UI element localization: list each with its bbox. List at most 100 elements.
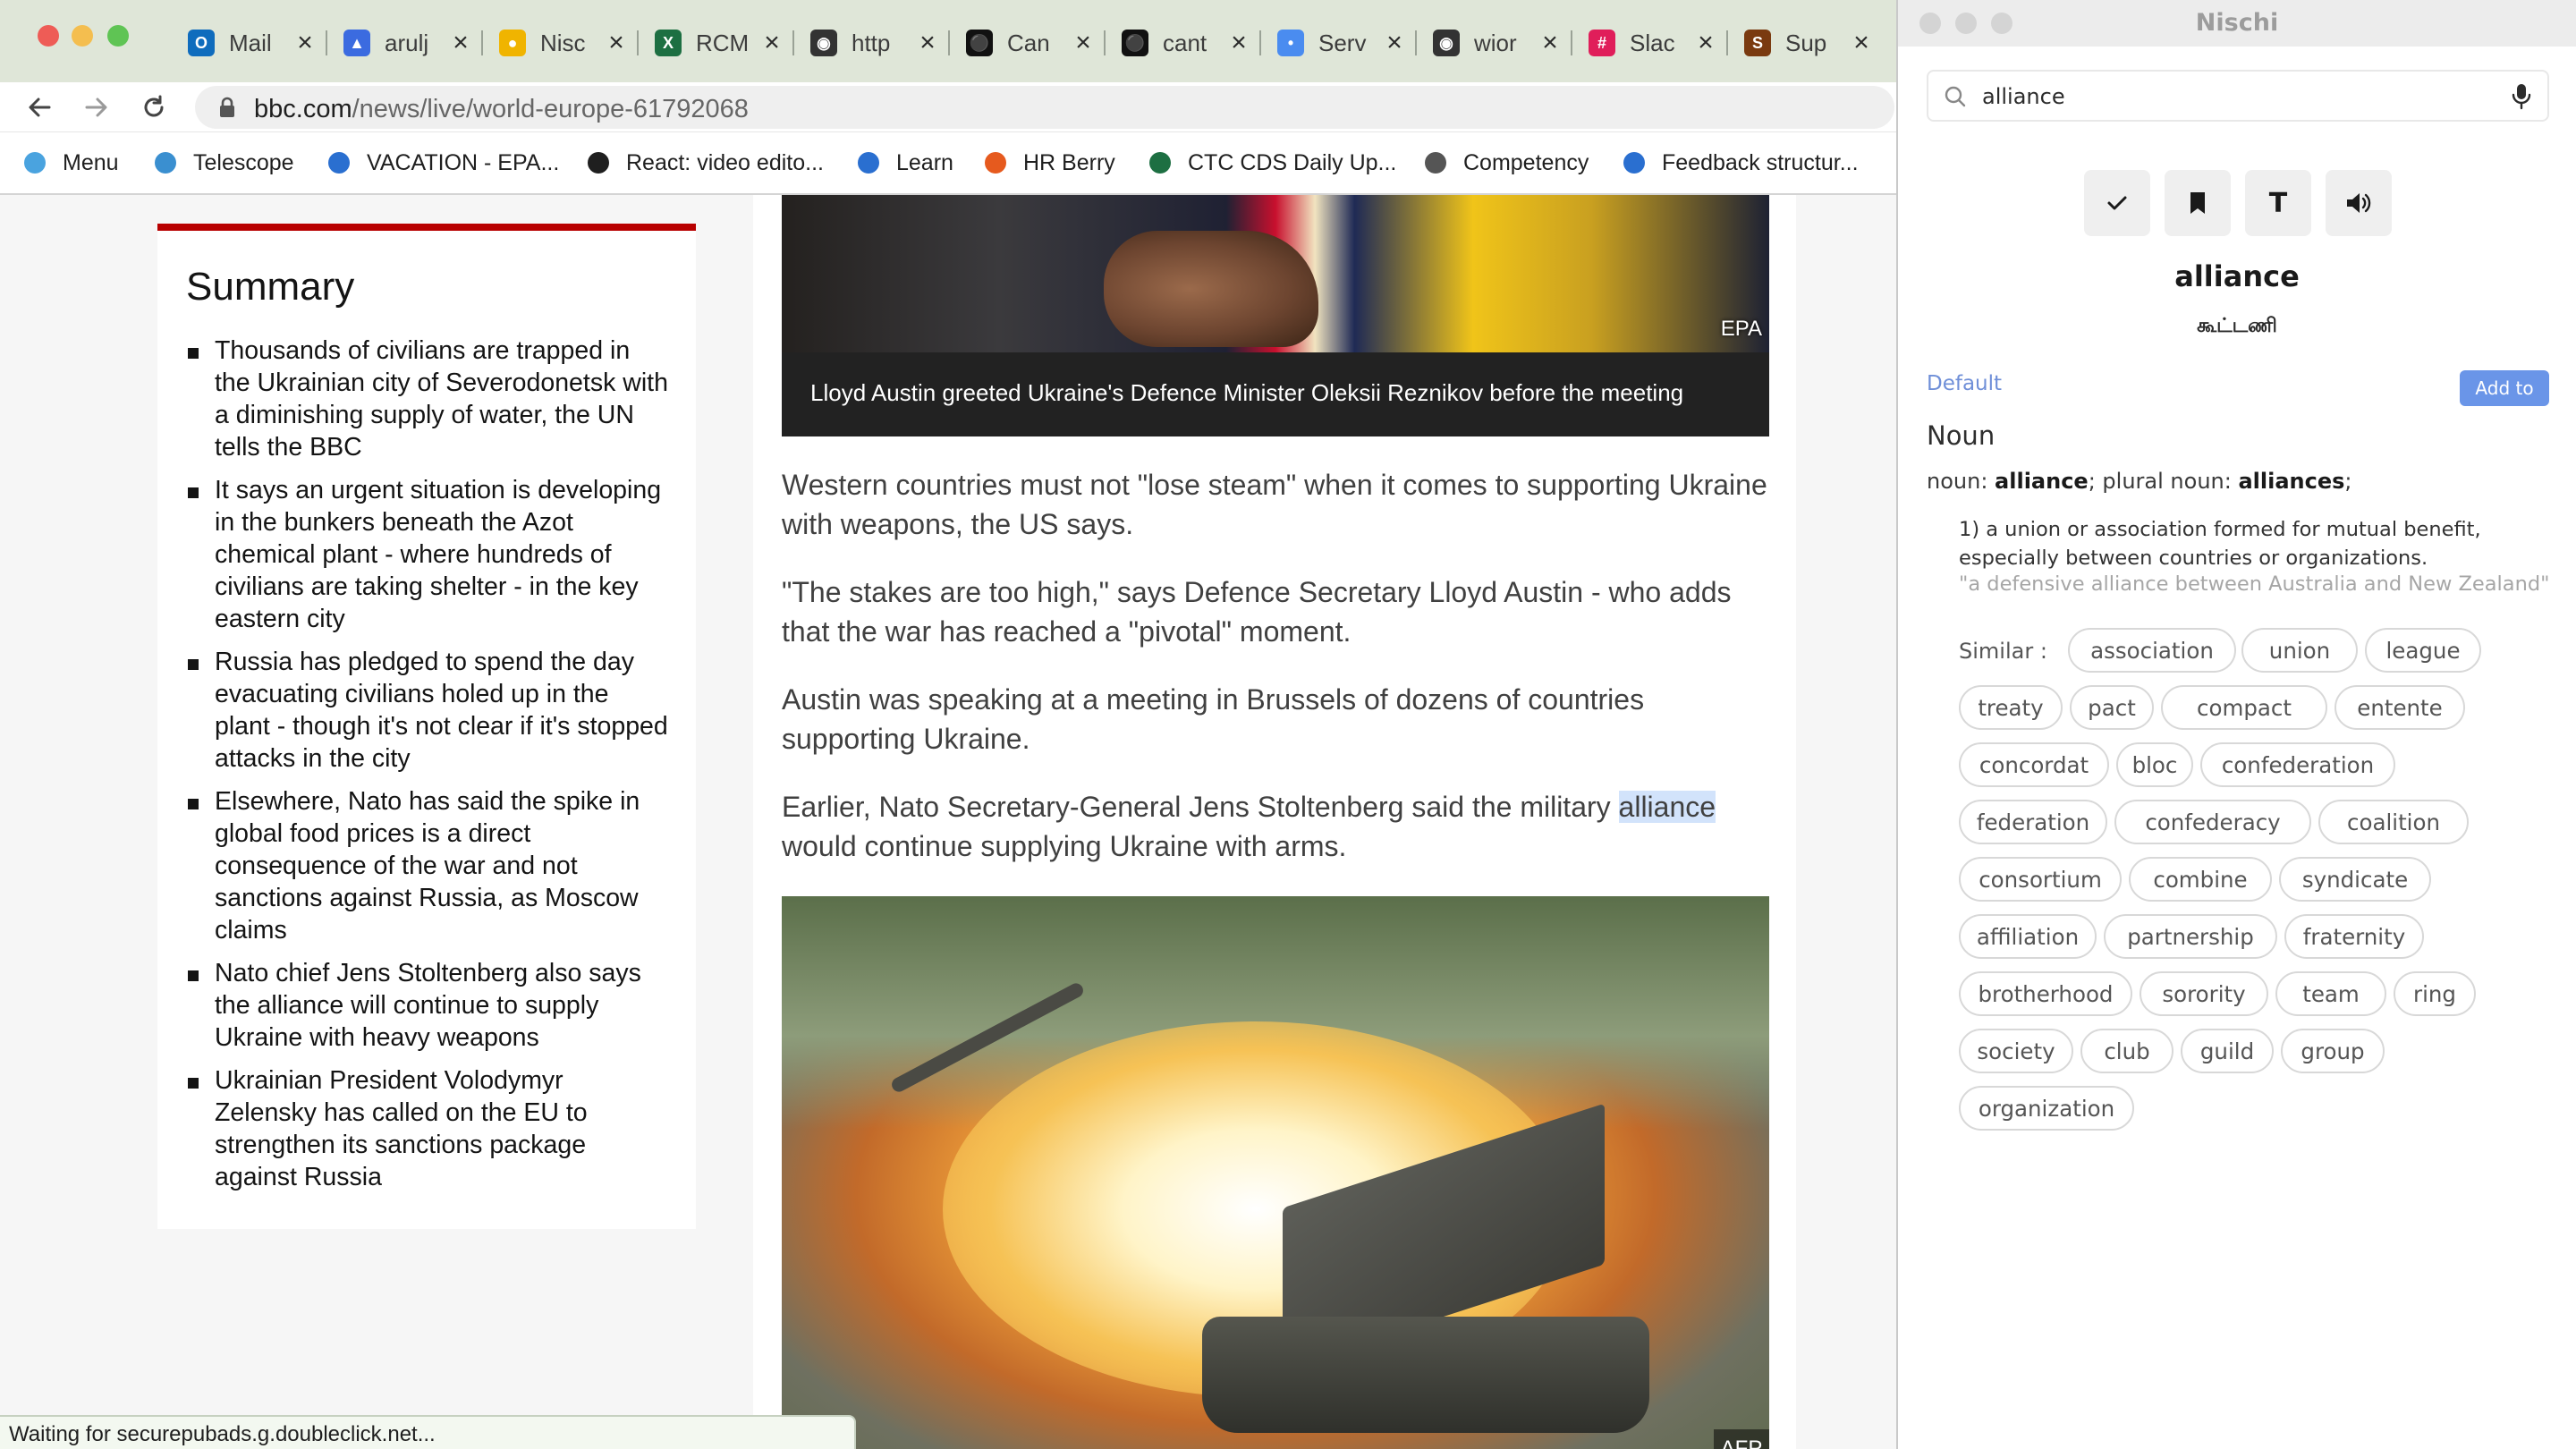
- similar-word-chip[interactable]: league: [2365, 628, 2481, 673]
- url-text[interactable]: bbc.com/news/live/world-europe-61792068: [254, 95, 749, 124]
- bookmark-item[interactable]: CTC CDS Daily Up...: [1145, 147, 1396, 179]
- similar-word-chip[interactable]: pact: [2070, 685, 2154, 730]
- bookmark-item[interactable]: VACATION - EPA...: [324, 147, 559, 179]
- tab-title: Sup: [1785, 29, 1827, 56]
- hero-image-credit: EPA: [1720, 317, 1762, 341]
- browser-tab[interactable]: X RCM ×: [639, 18, 794, 68]
- browser-tab[interactable]: O Mail ×: [172, 18, 327, 68]
- similar-word-chip[interactable]: brotherhood: [1959, 971, 2132, 1016]
- similar-word-chip[interactable]: affiliation: [1959, 914, 2097, 959]
- address-bar[interactable]: bbc.com/news/live/world-europe-61792068: [195, 86, 1894, 129]
- url-path: /news/live/world-europe-61792068: [352, 95, 749, 123]
- similar-word-chip[interactable]: confederation: [2200, 742, 2395, 787]
- selected-word-highlight[interactable]: alliance: [1618, 791, 1716, 823]
- browser-tab[interactable]: ● Nisc ×: [483, 18, 639, 68]
- text-format-icon: T: [2268, 187, 2288, 219]
- similar-word-chip[interactable]: club: [2080, 1029, 2174, 1073]
- similar-word-chip[interactable]: organization: [1959, 1086, 2134, 1131]
- tab-close-icon[interactable]: ×: [918, 30, 937, 56]
- send-icon: [20, 148, 50, 178]
- window-maximize-button[interactable]: [107, 25, 129, 47]
- tab-title: Nisc: [540, 29, 586, 56]
- tab-close-icon[interactable]: ×: [1229, 30, 1249, 56]
- globe-icon: ◉: [810, 30, 837, 56]
- similar-word-chip[interactable]: association: [2068, 628, 2236, 673]
- article-paragraph: "The stakes are too high," says Defence …: [782, 576, 1732, 648]
- window-minimize-button[interactable]: [72, 25, 93, 47]
- similar-word-chip[interactable]: union: [2241, 628, 2358, 673]
- lock-icon[interactable]: [218, 97, 236, 118]
- bookmark-button[interactable]: [2165, 170, 2231, 236]
- browser-tab[interactable]: ◉ wior ×: [1417, 18, 1572, 68]
- similar-word-chip[interactable]: consortium: [1959, 857, 2122, 902]
- similar-word-chip[interactable]: syndicate: [2279, 857, 2431, 902]
- nischi-icon: ●: [499, 30, 526, 56]
- tab-close-icon[interactable]: ×: [1696, 30, 1716, 56]
- translate-button[interactable]: T: [2245, 170, 2311, 236]
- browser-tab[interactable]: ◉ http ×: [794, 18, 950, 68]
- similar-word-chip[interactable]: treaty: [1959, 685, 2063, 730]
- browser-tab[interactable]: ⚫ Can ×: [950, 18, 1106, 68]
- similar-word-chip[interactable]: combine: [2129, 857, 2272, 902]
- telescope-icon: [150, 148, 181, 178]
- browser-tab[interactable]: • Serv ×: [1261, 18, 1417, 68]
- similar-word-chip[interactable]: fraternity: [2284, 914, 2424, 959]
- article-paragraph: Earlier, Nato Secretary-General Jens Sto…: [782, 787, 1769, 866]
- cube-icon: [1420, 148, 1451, 178]
- similar-word-chip[interactable]: ring: [2394, 971, 2476, 1016]
- similar-word-chip[interactable]: partnership: [2104, 914, 2277, 959]
- tab-close-icon[interactable]: ×: [1073, 30, 1093, 56]
- bookmark-icon: [2190, 192, 2205, 214]
- pronounce-button[interactable]: [2326, 170, 2392, 236]
- action-toolbar: T: [2084, 170, 2394, 238]
- bookmark-item[interactable]: React: video edito...: [583, 147, 824, 179]
- sun-icon: [324, 148, 354, 178]
- tab-close-icon[interactable]: ×: [1852, 30, 1871, 56]
- browser-tab[interactable]: # Slac ×: [1572, 18, 1728, 68]
- window-close-button[interactable]: [38, 25, 59, 47]
- tab-close-icon[interactable]: ×: [451, 30, 470, 56]
- github-icon: ⚫: [1122, 30, 1148, 56]
- bookmark-item[interactable]: Learn: [853, 147, 953, 179]
- dictionary-selector[interactable]: Default: [1927, 372, 2002, 395]
- similar-word-chip[interactable]: coalition: [2318, 800, 2469, 844]
- reload-button[interactable]: [136, 89, 172, 125]
- definition-text: 1) a union or association formed for mut…: [1959, 518, 2481, 570]
- tab-title: Serv: [1318, 29, 1367, 56]
- tab-title: cant: [1163, 29, 1208, 56]
- browser-tab[interactable]: ⚫ cant ×: [1106, 18, 1261, 68]
- similar-word-chip[interactable]: entente: [2334, 685, 2465, 730]
- microphone-icon[interactable]: [2510, 82, 2533, 111]
- bookmark-item[interactable]: Feedback structur...: [1619, 147, 1859, 179]
- bookmark-item[interactable]: Menu: [20, 147, 119, 179]
- similar-word-chip[interactable]: federation: [1959, 800, 2107, 844]
- tab-close-icon[interactable]: ×: [762, 30, 782, 56]
- tab-close-icon[interactable]: ×: [1385, 30, 1404, 56]
- similar-word-chip[interactable]: sorority: [2140, 971, 2268, 1016]
- bookmark-item[interactable]: HR Berry: [980, 147, 1115, 179]
- bookmark-item[interactable]: Competency: [1420, 147, 1589, 179]
- search-input[interactable]: [1982, 79, 2483, 114]
- browser-tab[interactable]: S Sup ×: [1728, 18, 1884, 68]
- tab-close-icon[interactable]: ×: [606, 30, 626, 56]
- nischi-app-title: Nischi: [2195, 9, 2279, 37]
- browser-tab[interactable]: ▲ arulj ×: [327, 18, 483, 68]
- bookmark-label: Competency: [1463, 149, 1589, 175]
- similar-word-chip[interactable]: guild: [2181, 1029, 2274, 1073]
- similar-word-chip[interactable]: bloc: [2116, 742, 2193, 787]
- similar-word-chip[interactable]: team: [2275, 971, 2386, 1016]
- similar-word-chip[interactable]: society: [1959, 1029, 2073, 1073]
- similar-word-chip[interactable]: concordat: [1959, 742, 2109, 787]
- photo-credit: AFP: [1714, 1429, 1769, 1449]
- similar-word-chip[interactable]: confederacy: [2114, 800, 2311, 844]
- add-to-button[interactable]: Add to: [2460, 370, 2549, 406]
- paragraph-text: Earlier, Nato Secretary-General Jens Sto…: [782, 791, 1619, 823]
- similar-word-chip[interactable]: compact: [2161, 685, 2327, 730]
- mark-known-button[interactable]: [2084, 170, 2150, 236]
- tab-close-icon[interactable]: ×: [295, 30, 315, 56]
- bookmark-item[interactable]: Telescope: [150, 147, 294, 179]
- similar-word-chip[interactable]: group: [2281, 1029, 2385, 1073]
- tab-close-icon[interactable]: ×: [1540, 30, 1560, 56]
- forward-button[interactable]: [79, 89, 114, 125]
- back-button[interactable]: [21, 89, 57, 125]
